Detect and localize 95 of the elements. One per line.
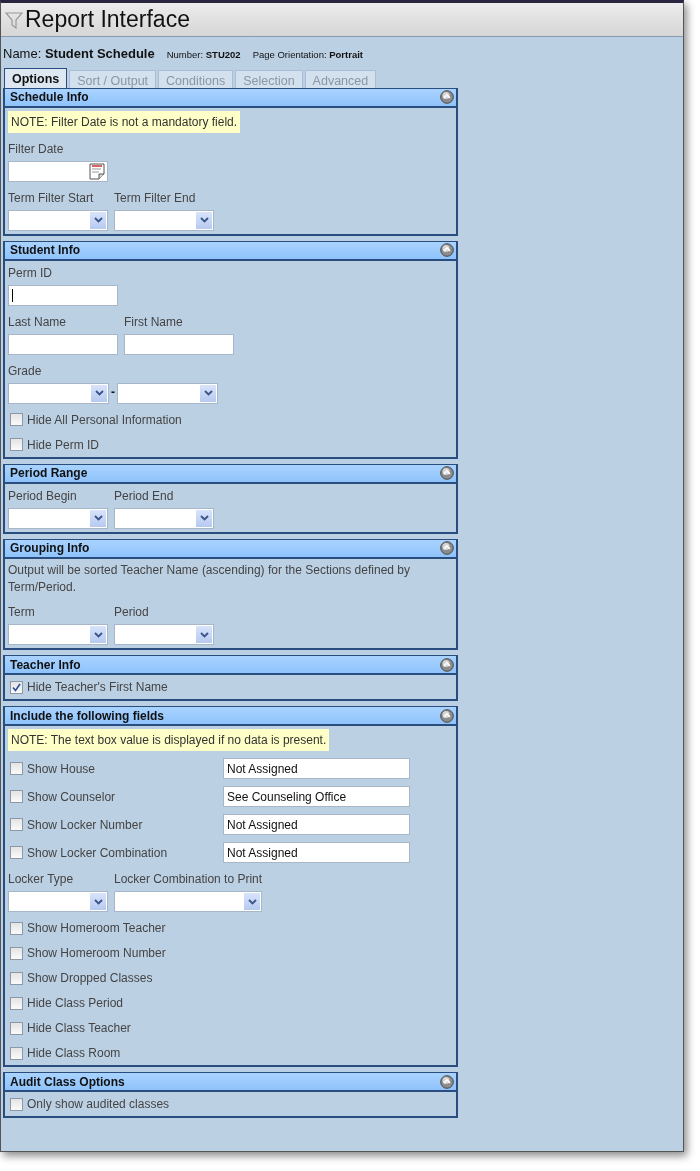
collapse-icon[interactable] bbox=[440, 708, 454, 723]
note-text: NOTE: Filter Date is not a mandatory field. bbox=[8, 110, 241, 133]
field-label: Period Begin bbox=[8, 487, 78, 505]
section-title: Teacher Info bbox=[10, 656, 81, 674]
section-title: Include the following fields bbox=[10, 707, 164, 725]
chevron-down-icon bbox=[247, 898, 257, 905]
checkbox[interactable] bbox=[10, 846, 23, 860]
field-label: First Name bbox=[124, 313, 184, 331]
checkbox[interactable] bbox=[10, 946, 23, 960]
chevron-down-icon bbox=[199, 515, 209, 521]
collapse-icon[interactable] bbox=[440, 243, 454, 257]
report-number: Number: STU202 bbox=[166, 48, 241, 62]
section-title: Audit Class Options bbox=[10, 1073, 125, 1091]
checkbox-label[interactable]: Show House bbox=[27, 759, 96, 778]
window-title: Report Interface bbox=[25, 8, 190, 31]
checkbox-label[interactable]: Hide Class Teacher bbox=[27, 1019, 131, 1038]
checkbox[interactable] bbox=[10, 818, 23, 832]
dropdown[interactable] bbox=[8, 891, 108, 913]
chevron-down-icon bbox=[93, 898, 103, 905]
collapse-icon[interactable] bbox=[440, 90, 454, 104]
calendar-icon[interactable] bbox=[89, 162, 105, 180]
chevron-down-icon bbox=[199, 217, 209, 223]
checkbox-label[interactable]: Show Homeroom Number bbox=[27, 944, 166, 963]
input-field[interactable] bbox=[8, 284, 118, 306]
collapse-icon[interactable] bbox=[440, 657, 454, 672]
checkbox[interactable] bbox=[10, 971, 23, 985]
checkbox[interactable] bbox=[10, 921, 23, 935]
section-title: Period Range bbox=[10, 465, 88, 482]
checkbox[interactable] bbox=[10, 762, 23, 776]
collapse-icon[interactable] bbox=[440, 1074, 454, 1089]
report-orientation: Page Orientation: Portrait bbox=[252, 48, 363, 62]
report-name: Name: Student Schedule bbox=[3, 45, 155, 63]
input-field[interactable] bbox=[8, 333, 118, 355]
checkbox[interactable] bbox=[10, 438, 23, 451]
field-label: Filter Date bbox=[8, 140, 65, 158]
input-field[interactable]: Not Assigned bbox=[223, 758, 410, 780]
dropdown[interactable] bbox=[8, 209, 108, 231]
chevron-down-icon bbox=[203, 390, 213, 396]
field-label: Term Filter End bbox=[114, 189, 197, 207]
field-label: Locker Type bbox=[8, 871, 75, 889]
section-title: Schedule Info bbox=[10, 89, 89, 106]
range-separator: - bbox=[110, 383, 116, 401]
checkbox-label[interactable]: Hide All Personal Information bbox=[27, 410, 182, 429]
dropdown[interactable] bbox=[114, 891, 263, 913]
collapse-icon[interactable] bbox=[440, 541, 454, 555]
field-label: Period bbox=[114, 604, 150, 622]
section-title: Student Info bbox=[10, 242, 80, 259]
collapse-icon[interactable] bbox=[440, 466, 454, 480]
checkbox-label[interactable]: Hide Teacher's First Name bbox=[27, 678, 168, 697]
checkbox-label[interactable]: Hide Class Room bbox=[27, 1044, 121, 1063]
checkbox[interactable] bbox=[10, 413, 23, 426]
input-field[interactable]: Not Assigned bbox=[223, 842, 410, 864]
field-label: Term Filter Start bbox=[8, 189, 95, 207]
checkbox-label[interactable]: Show Homeroom Teacher bbox=[27, 919, 166, 938]
chevron-down-icon bbox=[93, 217, 103, 223]
note-text: NOTE: The text box value is displayed if no data is present. bbox=[8, 729, 330, 752]
dropdown[interactable] bbox=[114, 624, 214, 646]
input-field[interactable]: Not Assigned bbox=[223, 814, 410, 836]
dropdown[interactable] bbox=[8, 507, 108, 529]
checkbox[interactable] bbox=[10, 996, 23, 1010]
section-title: Grouping Info bbox=[10, 540, 90, 557]
dropdown[interactable] bbox=[114, 507, 214, 529]
filter-icon bbox=[5, 9, 23, 30]
description-text: Output will be sorted Teacher Name (ascending) for the Sections defined by Term/Period. bbox=[8, 561, 411, 596]
check-icon bbox=[12, 682, 21, 692]
input-field[interactable]: See Counseling Office bbox=[223, 786, 410, 808]
checkbox[interactable] bbox=[10, 790, 23, 804]
dropdown[interactable] bbox=[114, 209, 214, 231]
field-label: Last Name bbox=[8, 313, 68, 331]
chevron-down-icon bbox=[94, 390, 104, 396]
checkbox[interactable] bbox=[10, 1021, 23, 1035]
chevron-down-icon bbox=[93, 631, 103, 638]
chevron-down-icon bbox=[199, 631, 209, 638]
field-label: Period End bbox=[114, 487, 175, 505]
checkbox-label[interactable]: Show Locker Number bbox=[27, 815, 143, 834]
checkbox-label[interactable]: Only show audited classes bbox=[27, 1095, 170, 1114]
chevron-down-icon bbox=[93, 515, 103, 521]
dropdown[interactable] bbox=[8, 624, 108, 646]
input-field[interactable] bbox=[124, 333, 234, 355]
checkbox-label[interactable]: Show Dropped Classes bbox=[27, 969, 153, 988]
tab[interactable]: Options bbox=[4, 67, 68, 88]
dropdown[interactable] bbox=[8, 382, 109, 404]
field-label: Locker Combination to Print bbox=[114, 871, 263, 889]
checkbox-label[interactable]: Show Counselor bbox=[27, 787, 116, 806]
checkbox-label[interactable]: Hide Class Period bbox=[27, 994, 124, 1013]
dropdown[interactable] bbox=[117, 382, 218, 404]
checkbox[interactable] bbox=[10, 680, 23, 694]
field-label: Grade bbox=[8, 362, 43, 380]
checkbox-label[interactable]: Show Locker Combination bbox=[27, 843, 168, 862]
date-field[interactable] bbox=[8, 160, 108, 182]
field-label: Term bbox=[8, 604, 36, 622]
field-label: Perm ID bbox=[8, 264, 53, 282]
checkbox[interactable] bbox=[10, 1046, 23, 1060]
checkbox[interactable] bbox=[10, 1097, 23, 1111]
checkbox-label[interactable]: Hide Perm ID bbox=[27, 435, 100, 454]
